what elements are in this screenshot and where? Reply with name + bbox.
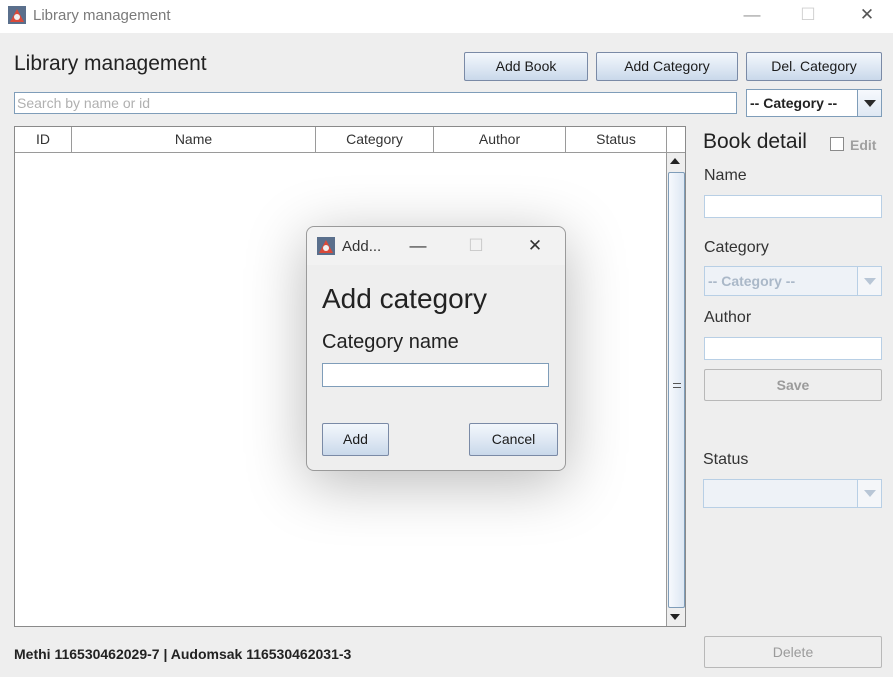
maximize-button[interactable]: ☐ xyxy=(791,0,825,30)
save-button[interactable]: Save xyxy=(704,369,882,401)
minimize-button[interactable]: — xyxy=(735,0,769,30)
credits-text: Methi 116530462029-7 | Audomsak 11653046… xyxy=(14,646,352,662)
search-placeholder: Search by name or id xyxy=(17,95,151,111)
add-category-button[interactable]: Add Category xyxy=(596,52,738,81)
status-select[interactable] xyxy=(703,479,882,508)
category-select-value: -- Category -- xyxy=(708,273,796,289)
name-field[interactable] xyxy=(704,195,882,218)
table-scrollbar[interactable] xyxy=(666,153,685,626)
column-header-status[interactable]: Status xyxy=(566,127,667,153)
chevron-down-icon xyxy=(864,490,876,497)
category-filter-arrow[interactable] xyxy=(857,90,881,116)
chevron-down-icon xyxy=(864,278,876,285)
close-button[interactable]: ✕ xyxy=(850,0,884,30)
scroll-up-icon[interactable] xyxy=(670,158,680,164)
author-field[interactable] xyxy=(704,337,882,360)
category-select[interactable]: -- Category -- xyxy=(704,266,882,296)
delete-category-button[interactable]: Del. Category xyxy=(746,52,882,81)
name-label: Name xyxy=(704,167,747,184)
column-header-author[interactable]: Author xyxy=(434,127,566,153)
column-header-category[interactable]: Category xyxy=(316,127,434,153)
dialog-cancel-button[interactable]: Cancel xyxy=(469,423,558,456)
app-icon xyxy=(317,237,335,255)
category-filter-select[interactable]: -- Category -- xyxy=(746,89,882,117)
app-icon xyxy=(8,6,26,24)
category-name-label: Category name xyxy=(322,331,459,353)
add-category-dialog[interactable]: Add... — ☐ ✕ Add category Category name … xyxy=(306,226,566,471)
dialog-heading: Add category xyxy=(322,283,487,314)
author-label: Author xyxy=(704,309,752,326)
scrollbar-thumb[interactable] xyxy=(668,172,685,608)
dialog-titlebar: Add... — ☐ ✕ xyxy=(307,227,565,265)
category-select-arrow[interactable] xyxy=(857,267,881,295)
window-title: Library management xyxy=(33,7,171,24)
status-label: Status xyxy=(703,451,749,468)
dialog-minimize-button[interactable]: — xyxy=(403,231,433,261)
column-header-id[interactable]: ID xyxy=(15,127,72,153)
status-select-arrow[interactable] xyxy=(857,480,881,507)
category-name-input[interactable] xyxy=(322,363,549,387)
column-header-name[interactable]: Name xyxy=(72,127,316,153)
category-label: Category xyxy=(704,239,769,256)
column-header-corner xyxy=(667,127,685,153)
search-input[interactable]: Search by name or id xyxy=(14,92,737,114)
dialog-title: Add... xyxy=(342,238,382,255)
window-titlebar: Library management — ☐ ✕ xyxy=(0,0,893,33)
chevron-down-icon xyxy=(864,100,876,107)
dialog-maximize-button[interactable]: ☐ xyxy=(461,231,491,261)
dialog-add-button[interactable]: Add xyxy=(322,423,389,456)
page-title: Library management xyxy=(14,52,207,75)
delete-button[interactable]: Delete xyxy=(704,636,882,668)
grip-icon xyxy=(673,383,681,388)
add-book-button[interactable]: Add Book xyxy=(464,52,588,81)
category-filter-value: -- Category -- xyxy=(750,95,838,111)
scroll-down-icon[interactable] xyxy=(670,614,680,620)
edit-label: Edit xyxy=(850,137,877,153)
edit-checkbox[interactable] xyxy=(830,137,844,151)
detail-title: Book detail xyxy=(703,130,807,153)
dialog-close-button[interactable]: ✕ xyxy=(520,231,550,261)
